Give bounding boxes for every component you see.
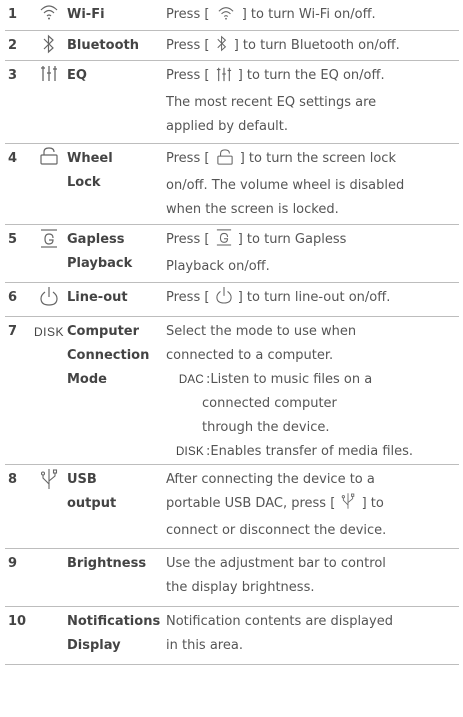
feature-description: After connecting the device to a portabl…	[166, 472, 387, 538]
power-icon	[31, 283, 67, 306]
gapless-icon	[216, 228, 232, 255]
feature-description: Press [ ] to turn the screen lock on/off…	[166, 149, 405, 217]
feature-description: Press [ ] to turn Wi-Fi on/off.	[166, 0, 459, 30]
feature-name: Wi-Fi	[67, 7, 105, 22]
feature-name: Wheel Lock	[67, 151, 113, 190]
dac-mode: DAC :Listen to music files on a	[178, 372, 373, 387]
feature-name: Bluetooth	[67, 38, 139, 53]
table-row: 8 USB output After connecting the device…	[5, 465, 459, 549]
feature-name: Computer Connection Mode	[67, 324, 150, 387]
feature-name: EQ	[67, 68, 87, 83]
table-row: 2 Bluetooth Press [ ] to turn Bluetooth …	[5, 31, 459, 61]
table-row: 7 DISK Computer Connection Mode Select t…	[5, 317, 459, 465]
table-row: 10 Notifications Display Notification co…	[5, 607, 459, 665]
row-number: 9	[8, 556, 18, 571]
feature-description: Use the adjustment bar to control the di…	[166, 556, 386, 595]
row-number: 4	[8, 151, 18, 166]
table-row: 5 Gapless Playback Press [ ] to turn Gap…	[5, 225, 459, 283]
feature-description: Press [ ] to turn Gapless Playback on/of…	[166, 225, 459, 279]
feature-description: Press [ ] to turn the EQ on/off. The mos…	[166, 66, 385, 134]
feature-name: USB output	[67, 472, 117, 511]
table-row: 3 EQ Press [ ] to turn the EQ on/off. Th…	[5, 61, 459, 144]
feature-description: Press [ ] to turn line-out on/off.	[166, 283, 459, 313]
feature-description: Select the mode to use when connected to…	[166, 317, 459, 464]
eq-icon	[31, 61, 67, 82]
feature-name: Line-out	[67, 290, 128, 305]
row-number: 8	[8, 472, 18, 487]
disk-mode: DISK :Enables transfer of media files.	[175, 444, 414, 459]
wifi-icon	[216, 5, 236, 30]
table-row: 4 Wheel Lock Press [ ] to turn the scree…	[5, 144, 459, 225]
feature-description: Press [ ] to turn Bluetooth on/off.	[166, 31, 459, 61]
feature-table: 1 Wi-Fi Press [ ] to turn Wi-Fi on/off. …	[0, 0, 463, 665]
row-number: 10	[8, 614, 27, 629]
table-row: 9 Brightness Use the adjustment bar to c…	[5, 549, 459, 607]
bluetooth-icon	[216, 35, 228, 61]
table-row: 6 Line-out Press [ ] to turn line-out on…	[5, 283, 459, 317]
feature-name: Notifications Display	[67, 614, 161, 653]
table-row: 1 Wi-Fi Press [ ] to turn Wi-Fi on/off.	[5, 0, 459, 31]
lock-icon	[216, 149, 234, 174]
feature-description: Notification contents are displayed in t…	[166, 614, 393, 653]
power-icon	[215, 286, 232, 313]
wifi-icon	[31, 0, 67, 21]
feature-name: Gapless Playback	[67, 232, 133, 271]
lock-icon	[31, 144, 67, 165]
row-number: 2	[8, 38, 18, 53]
row-number: 7	[8, 324, 18, 339]
row-number: 3	[8, 68, 18, 83]
usb-icon	[341, 492, 355, 519]
usb-icon	[31, 465, 67, 490]
gapless-icon	[31, 225, 67, 248]
feature-name: Brightness	[67, 556, 147, 571]
row-number: 6	[8, 290, 18, 305]
bluetooth-icon	[31, 31, 67, 54]
row-number: 5	[8, 232, 18, 247]
row-number: 1	[8, 7, 18, 22]
disk-icon: DISK	[33, 325, 64, 339]
eq-icon	[216, 66, 232, 91]
